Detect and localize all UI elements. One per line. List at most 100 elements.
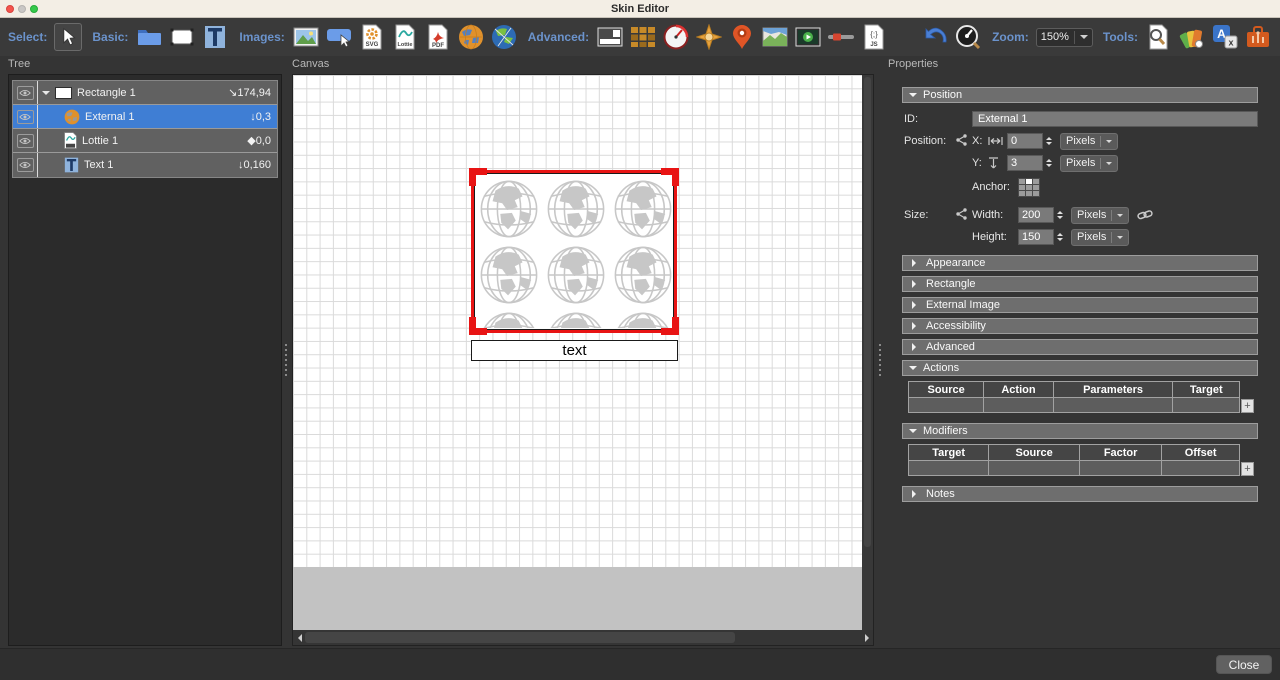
image-tool-button[interactable] [292,23,320,51]
height-input[interactable] [1018,229,1054,245]
properties-panel-title: Properties [888,58,938,72]
button-tool-button[interactable] [325,23,353,51]
section-modifiers[interactable]: Modifiers [902,423,1258,439]
visibility-toggle[interactable] [17,86,34,100]
find-button[interactable] [1145,23,1173,51]
select-group: Select: [8,23,82,51]
scroll-right-arrow[interactable] [861,630,873,645]
compass-tool-button[interactable] [695,23,723,51]
horizontal-scrollbar[interactable] [293,630,873,645]
anchor-selector[interactable] [1018,178,1040,197]
zoom-select[interactable]: 150% [1036,28,1093,47]
selected-element-external-image[interactable] [471,170,677,333]
anchor-cell[interactable] [1033,191,1039,196]
section-accessibility[interactable]: Accessibility [902,318,1258,334]
undo-button[interactable] [921,23,949,51]
empty-modifier-row[interactable] [909,461,1240,476]
actions-table-wrap: Source Action Parameters Target + [908,381,1254,413]
section-position[interactable]: Position [902,87,1258,103]
color-adjust-button[interactable] [1178,23,1206,51]
tree-row-text[interactable]: Text 1 ↓0,160 [13,153,277,177]
height-unit-select[interactable]: Pixels [1071,229,1129,246]
anchor-cell-selected[interactable] [1026,179,1032,184]
progress-bar-icon [827,32,855,42]
section-actions[interactable]: Actions [902,360,1258,376]
canvas-properties-splitter[interactable] [876,74,884,648]
map-tool-button[interactable] [761,23,789,51]
tree-row-external[interactable]: External 1 ↓0,3 [13,105,277,129]
toolbox-button[interactable] [1244,23,1272,51]
anchor-cell[interactable] [1019,179,1025,184]
resize-handle-bottom-left[interactable] [469,317,487,335]
modifier-link-icon[interactable] [954,207,968,221]
scroll-left-arrow[interactable] [293,630,305,645]
empty-action-row[interactable] [909,398,1240,413]
x-stepper[interactable] [1046,137,1052,145]
width-input[interactable] [1018,207,1054,223]
width-unit-select[interactable]: Pixels [1071,207,1129,224]
component-tool-button[interactable] [596,23,624,51]
x-input[interactable] [1007,133,1043,149]
column-header: Factor [1080,445,1162,461]
lottie-tool-button[interactable]: Lottie [391,23,419,51]
projection-tool-button[interactable] [490,23,518,51]
visibility-toggle[interactable] [17,110,34,124]
tree-row-rectangle[interactable]: Rectangle 1 ↘174,94 [13,81,277,105]
chevron-down-icon [1117,236,1123,242]
translate-button[interactable]: Ax [1211,23,1239,51]
thumbnail-menu-tool-button[interactable] [629,23,657,51]
x-unit-select[interactable]: Pixels [1060,133,1118,150]
visibility-toggle[interactable] [17,158,34,172]
horizontal-scrollbar-thumb[interactable] [305,632,735,643]
anchor-cell[interactable] [1033,185,1039,190]
y-stepper[interactable] [1046,159,1052,167]
section-rectangle[interactable]: Rectangle [902,276,1258,292]
pdf-tool-button[interactable]: PDF [424,23,452,51]
modifier-link-icon[interactable] [954,133,968,147]
cursor-tool-button[interactable] [54,23,82,51]
section-external-image[interactable]: External Image [902,297,1258,313]
visibility-toggle[interactable] [17,134,34,148]
sphere-tool-button[interactable] [457,23,485,51]
close-button[interactable]: Close [1216,655,1272,674]
anchor-cell[interactable] [1019,185,1025,190]
section-collapsed-icon [912,301,920,309]
anchor-cell[interactable] [1026,191,1032,196]
y-input[interactable] [1007,155,1043,171]
width-stepper[interactable] [1057,211,1063,219]
anchor-cell[interactable] [1019,191,1025,196]
section-notes[interactable]: Notes [902,486,1258,502]
vertical-scrollbar[interactable] [862,75,873,631]
resize-handle-top-right[interactable] [661,168,679,186]
link-size-icon[interactable] [1137,209,1153,221]
vertical-scrollbar-thumb[interactable] [864,77,871,547]
disclosure-triangle[interactable] [42,91,50,99]
id-field[interactable] [972,111,1258,127]
text-element[interactable]: text [471,340,678,361]
tree-row-lottie[interactable]: Lottie 1 ◆0,0 [13,129,277,153]
resize-handle-top-left[interactable] [469,168,487,186]
y-unit-select[interactable]: Pixels [1060,155,1118,172]
anchor-cell[interactable] [1026,185,1032,190]
tools-label: Tools: [1103,30,1138,44]
height-stepper[interactable] [1057,233,1063,241]
progressbar-tool-button[interactable] [827,23,855,51]
add-modifier-button[interactable]: + [1241,462,1254,476]
globe-image [545,310,607,328]
resize-handle-bottom-right[interactable] [661,317,679,335]
section-appearance[interactable]: Appearance [902,255,1258,271]
javascript-tool-button[interactable]: {;}JS [860,23,888,51]
pin-tool-button[interactable] [728,23,756,51]
svg-tool-button[interactable]: SVG [358,23,386,51]
preview-button[interactable] [954,23,982,51]
canvas-grid[interactable]: text [293,75,862,567]
anchor-cell[interactable] [1033,179,1039,184]
video-tool-button[interactable] [794,23,822,51]
add-action-button[interactable]: + [1241,399,1254,413]
tree-canvas-splitter[interactable] [282,74,290,648]
rectangle-tool-button[interactable] [168,23,196,51]
container-tool-button[interactable] [135,23,163,51]
text-tool-button[interactable] [201,23,229,51]
section-advanced[interactable]: Advanced [902,339,1258,355]
timer-tool-button[interactable] [662,23,690,51]
